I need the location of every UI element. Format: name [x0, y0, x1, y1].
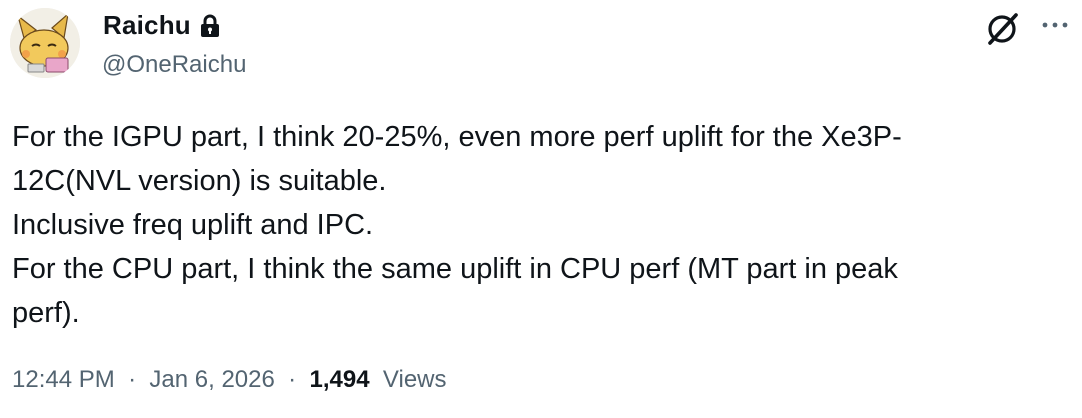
- tweet-line: For the IGPU part, I think 20-25%, even …: [12, 121, 902, 153]
- tweet-line: perf).: [12, 297, 80, 329]
- avatar-image: [10, 8, 80, 78]
- lock-icon: [199, 14, 221, 38]
- avatar[interactable]: [10, 8, 80, 78]
- more-icon[interactable]: [1040, 18, 1070, 32]
- author-handle[interactable]: @OneRaichu: [102, 51, 246, 79]
- tweet-meta: 12:44 PM · Jan 6, 2026 · 1,494 Views: [12, 366, 447, 394]
- tweet-text: For the IGPU part, I think 20-25%, even …: [12, 115, 1062, 335]
- timestamp-time[interactable]: 12:44 PM: [12, 366, 115, 393]
- views-count: 1,494: [309, 366, 370, 393]
- tweet: Raichu @OneRaichu For the IGPU part, I t…: [0, 0, 1082, 418]
- timestamp-date[interactable]: Jan 6, 2026: [149, 366, 274, 393]
- display-name[interactable]: Raichu: [103, 10, 191, 41]
- grok-icon[interactable]: [983, 10, 1023, 46]
- tweet-line: 12C(NVL version) is suitable.: [12, 165, 387, 197]
- meta-separator: ·: [281, 366, 303, 393]
- meta-separator: ·: [121, 366, 143, 393]
- views-label: Views: [376, 366, 447, 393]
- tweet-line: For the CPU part, I think the same uplif…: [12, 253, 898, 285]
- tweet-line: Inclusive freq uplift and IPC.: [12, 209, 374, 241]
- author-name-row: Raichu: [103, 10, 221, 41]
